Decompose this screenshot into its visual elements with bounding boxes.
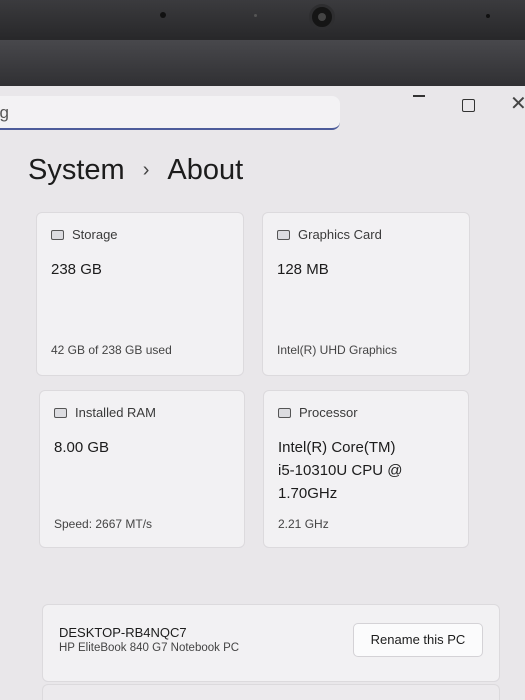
processor-line: i5-10310U CPU @ (278, 462, 403, 479)
breadcrumb: System › About (28, 154, 243, 187)
graphics-header: Graphics Card (277, 227, 382, 242)
device-name-card: DESKTOP-RB4NQC7 HP EliteBook 840 G7 Note… (42, 604, 500, 682)
processor-title: Processor (299, 405, 358, 420)
rename-pc-button[interactable]: Rename this PC (353, 623, 483, 657)
ram-value: 8.00 GB (54, 439, 110, 456)
processor-line: 1.70GHz (278, 485, 338, 502)
processor-speed: 2.21 GHz (278, 517, 329, 531)
storage-value: 238 GB (51, 261, 102, 278)
processor-header: Processor (278, 405, 358, 420)
device-name: DESKTOP-RB4NQC7 (59, 625, 187, 640)
laptop-bezel (0, 0, 525, 95)
ram-speed: Speed: 2667 MT/s (54, 517, 153, 531)
device-model: HP EliteBook 840 G7 Notebook PC (59, 642, 240, 654)
ram-title: Installed RAM (75, 405, 156, 420)
processor-value: Intel(R) Core(TM) i5-10310U CPU @ 1.70GH… (278, 436, 402, 505)
search-input[interactable]: ng (0, 103, 9, 123)
ram-card[interactable]: Installed RAM 8.00 GB Speed: 2667 MT/s (39, 390, 245, 548)
bezel-sensor (254, 14, 257, 17)
storage-usage: 42 GB of 238 GB used (51, 343, 172, 357)
settings-window: ng ✕ System › About Storage 238 GB 42 GB… (0, 86, 525, 700)
search-box[interactable]: ng (0, 96, 340, 130)
bezel-rim (0, 40, 525, 92)
page-title: About (167, 154, 244, 186)
graphics-adapter: Intel(R) UHD Graphics (277, 343, 398, 357)
bezel-sensor (160, 12, 166, 18)
bezel-sensor (486, 14, 490, 18)
ram-icon (54, 407, 67, 418)
webcam (309, 4, 335, 30)
processor-icon (278, 407, 291, 418)
storage-title: Storage (72, 227, 118, 242)
processor-line: Intel(R) Core(TM) (278, 439, 396, 456)
ram-header: Installed RAM (54, 405, 156, 420)
processor-card[interactable]: Processor Intel(R) Core(TM) i5-10310U CP… (263, 390, 469, 548)
graphics-title: Graphics Card (298, 227, 382, 242)
close-button[interactable]: ✕ (510, 91, 525, 116)
minimize-button[interactable] (413, 95, 425, 97)
graphics-card-icon (277, 229, 290, 240)
graphics-value: 128 MB (277, 261, 329, 278)
storage-card[interactable]: Storage 238 GB 42 GB of 238 GB used (36, 212, 244, 376)
graphics-card-card[interactable]: Graphics Card 128 MB Intel(R) UHD Graphi… (262, 212, 470, 376)
storage-icon (51, 229, 64, 240)
chevron-right-icon: › (142, 159, 150, 181)
next-section-edge (42, 684, 500, 700)
breadcrumb-system[interactable]: System (28, 154, 125, 187)
storage-header: Storage (51, 227, 118, 242)
maximize-button[interactable] (462, 99, 475, 112)
